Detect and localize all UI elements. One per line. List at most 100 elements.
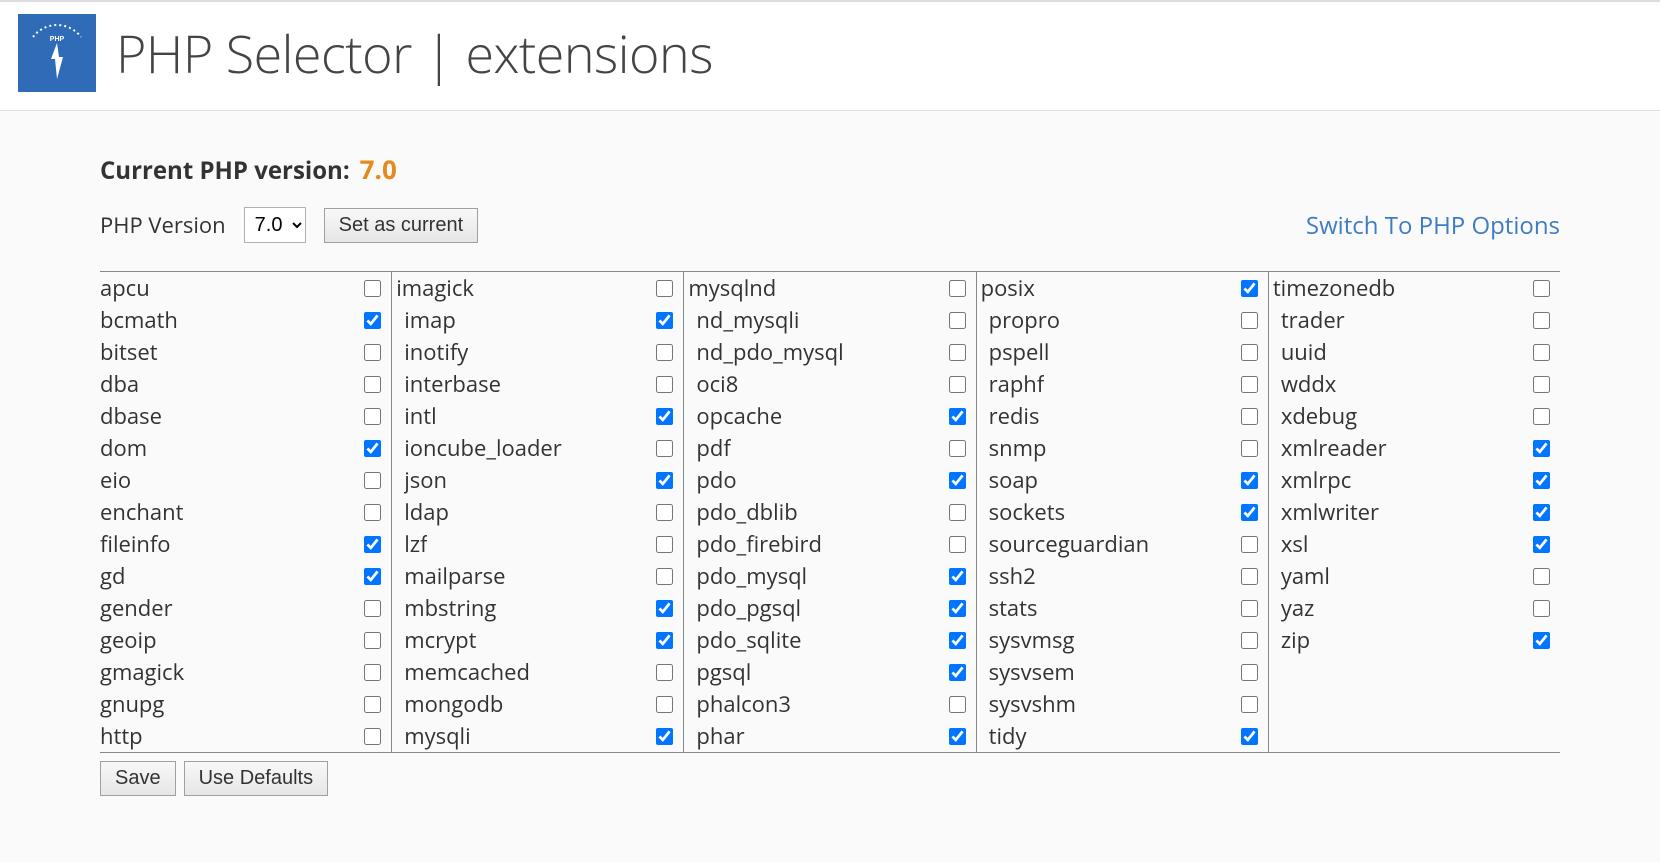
extension-checkbox-mcrypt[interactable] bbox=[656, 632, 673, 649]
extension-checkbox-enchant[interactable] bbox=[364, 504, 381, 521]
extension-checkbox-json[interactable] bbox=[656, 472, 673, 489]
extension-checkbox-gnupg[interactable] bbox=[364, 696, 381, 713]
extension-checkbox-propro[interactable] bbox=[1241, 312, 1258, 329]
extension-checkbox-yaml[interactable] bbox=[1533, 568, 1550, 585]
extension-checkbox-bitset[interactable] bbox=[364, 344, 381, 361]
extension-name: gmagick bbox=[100, 657, 184, 687]
save-button[interactable]: Save bbox=[100, 761, 176, 796]
set-as-current-button[interactable]: Set as current bbox=[324, 208, 479, 243]
extension-name: pdo_sqlite bbox=[696, 625, 801, 655]
extension-checkbox-sysvshm[interactable] bbox=[1241, 696, 1258, 713]
extension-checkbox-mbstring[interactable] bbox=[656, 600, 673, 617]
extension-checkbox-sockets[interactable] bbox=[1241, 504, 1258, 521]
extension-row: redis bbox=[977, 400, 1268, 432]
extension-checkbox-mailparse[interactable] bbox=[656, 568, 673, 585]
extension-name: yaz bbox=[1281, 593, 1315, 623]
extension-checkbox-imap[interactable] bbox=[656, 312, 673, 329]
extension-row: pdo_dblib bbox=[684, 496, 975, 528]
extension-checkbox-ldap[interactable] bbox=[656, 504, 673, 521]
extension-checkbox-http[interactable] bbox=[364, 728, 381, 745]
extension-checkbox-redis[interactable] bbox=[1241, 408, 1258, 425]
extension-checkbox-sourceguardian[interactable] bbox=[1241, 536, 1258, 553]
extension-checkbox-nd_pdo_mysql[interactable] bbox=[949, 344, 966, 361]
extension-checkbox-gender[interactable] bbox=[364, 600, 381, 617]
extension-checkbox-lzf[interactable] bbox=[656, 536, 673, 553]
extension-checkbox-inotify[interactable] bbox=[656, 344, 673, 361]
extension-checkbox-tidy[interactable] bbox=[1241, 728, 1258, 745]
extension-checkbox-nd_mysqli[interactable] bbox=[949, 312, 966, 329]
extension-checkbox-pgsql[interactable] bbox=[949, 664, 966, 681]
extension-checkbox-raphf[interactable] bbox=[1241, 376, 1258, 393]
extension-checkbox-pdo_firebird[interactable] bbox=[949, 536, 966, 553]
extension-checkbox-posix[interactable] bbox=[1241, 280, 1258, 297]
extension-checkbox-pspell[interactable] bbox=[1241, 344, 1258, 361]
extension-checkbox-apcu[interactable] bbox=[364, 280, 381, 297]
extension-checkbox-memcached[interactable] bbox=[656, 664, 673, 681]
extension-row: gender bbox=[100, 592, 391, 624]
extension-name: memcached bbox=[404, 657, 530, 687]
extension-checkbox-bcmath[interactable] bbox=[364, 312, 381, 329]
extension-checkbox-mongodb[interactable] bbox=[656, 696, 673, 713]
extension-checkbox-opcache[interactable] bbox=[949, 408, 966, 425]
extension-checkbox-geoip[interactable] bbox=[364, 632, 381, 649]
extension-checkbox-wddx[interactable] bbox=[1533, 376, 1550, 393]
extension-checkbox-uuid[interactable] bbox=[1533, 344, 1550, 361]
extension-checkbox-xmlrpc[interactable] bbox=[1533, 472, 1550, 489]
extension-checkbox-xsl[interactable] bbox=[1533, 536, 1550, 553]
extension-checkbox-oci8[interactable] bbox=[949, 376, 966, 393]
extension-row: sysvsem bbox=[977, 656, 1268, 688]
extension-checkbox-dom[interactable] bbox=[364, 440, 381, 457]
extension-checkbox-soap[interactable] bbox=[1241, 472, 1258, 489]
extension-checkbox-phar[interactable] bbox=[949, 728, 966, 745]
use-defaults-button[interactable]: Use Defaults bbox=[184, 761, 329, 796]
extension-row: memcached bbox=[392, 656, 683, 688]
current-version-label: Current PHP version: bbox=[100, 154, 350, 187]
extension-row: tidy bbox=[977, 720, 1268, 752]
extension-checkbox-sysvsem[interactable] bbox=[1241, 664, 1258, 681]
extension-name: mbstring bbox=[404, 593, 496, 623]
extension-checkbox-gd[interactable] bbox=[364, 568, 381, 585]
extension-name: sockets bbox=[989, 497, 1066, 527]
extension-checkbox-snmp[interactable] bbox=[1241, 440, 1258, 457]
extension-checkbox-pdf[interactable] bbox=[949, 440, 966, 457]
extension-checkbox-pdo[interactable] bbox=[949, 472, 966, 489]
extension-checkbox-zip[interactable] bbox=[1533, 632, 1550, 649]
extension-checkbox-pdo_mysql[interactable] bbox=[949, 568, 966, 585]
extension-checkbox-stats[interactable] bbox=[1241, 600, 1258, 617]
extension-name: phar bbox=[696, 721, 744, 751]
extension-row: gnupg bbox=[100, 688, 391, 720]
extension-checkbox-mysqli[interactable] bbox=[656, 728, 673, 745]
extension-row: yaz bbox=[1269, 592, 1560, 624]
extension-checkbox-timezonedb[interactable] bbox=[1533, 280, 1550, 297]
extension-checkbox-yaz[interactable] bbox=[1533, 600, 1550, 617]
switch-to-php-options-link[interactable]: Switch To PHP Options bbox=[1306, 209, 1560, 242]
extension-checkbox-fileinfo[interactable] bbox=[364, 536, 381, 553]
extension-checkbox-phalcon3[interactable] bbox=[949, 696, 966, 713]
extension-checkbox-ssh2[interactable] bbox=[1241, 568, 1258, 585]
extension-checkbox-xdebug[interactable] bbox=[1533, 408, 1550, 425]
extension-checkbox-pdo_sqlite[interactable] bbox=[949, 632, 966, 649]
extension-checkbox-eio[interactable] bbox=[364, 472, 381, 489]
php-version-select[interactable]: 7.0 bbox=[244, 207, 306, 243]
extension-checkbox-pdo_dblib[interactable] bbox=[949, 504, 966, 521]
extension-name: nd_pdo_mysql bbox=[696, 337, 843, 367]
extension-row: propro bbox=[977, 304, 1268, 336]
extension-row: ioncube_loader bbox=[392, 432, 683, 464]
extension-checkbox-ioncube_loader[interactable] bbox=[656, 440, 673, 457]
extension-checkbox-xmlwriter[interactable] bbox=[1533, 504, 1550, 521]
extension-checkbox-xmlreader[interactable] bbox=[1533, 440, 1550, 457]
extension-checkbox-dbase[interactable] bbox=[364, 408, 381, 425]
extension-checkbox-trader[interactable] bbox=[1533, 312, 1550, 329]
extension-checkbox-imagick[interactable] bbox=[656, 280, 673, 297]
extension-name: eio bbox=[100, 465, 131, 495]
extension-checkbox-pdo_pgsql[interactable] bbox=[949, 600, 966, 617]
extension-checkbox-mysqlnd[interactable] bbox=[949, 280, 966, 297]
extension-name: xmlwriter bbox=[1281, 497, 1379, 527]
extension-name: snmp bbox=[989, 433, 1047, 463]
extension-checkbox-sysvmsg[interactable] bbox=[1241, 632, 1258, 649]
extensions-table: apcubcmathbitsetdbadbasedomeioenchantfil… bbox=[100, 271, 1560, 753]
extension-checkbox-interbase[interactable] bbox=[656, 376, 673, 393]
extension-checkbox-intl[interactable] bbox=[656, 408, 673, 425]
extension-checkbox-gmagick[interactable] bbox=[364, 664, 381, 681]
extension-checkbox-dba[interactable] bbox=[364, 376, 381, 393]
